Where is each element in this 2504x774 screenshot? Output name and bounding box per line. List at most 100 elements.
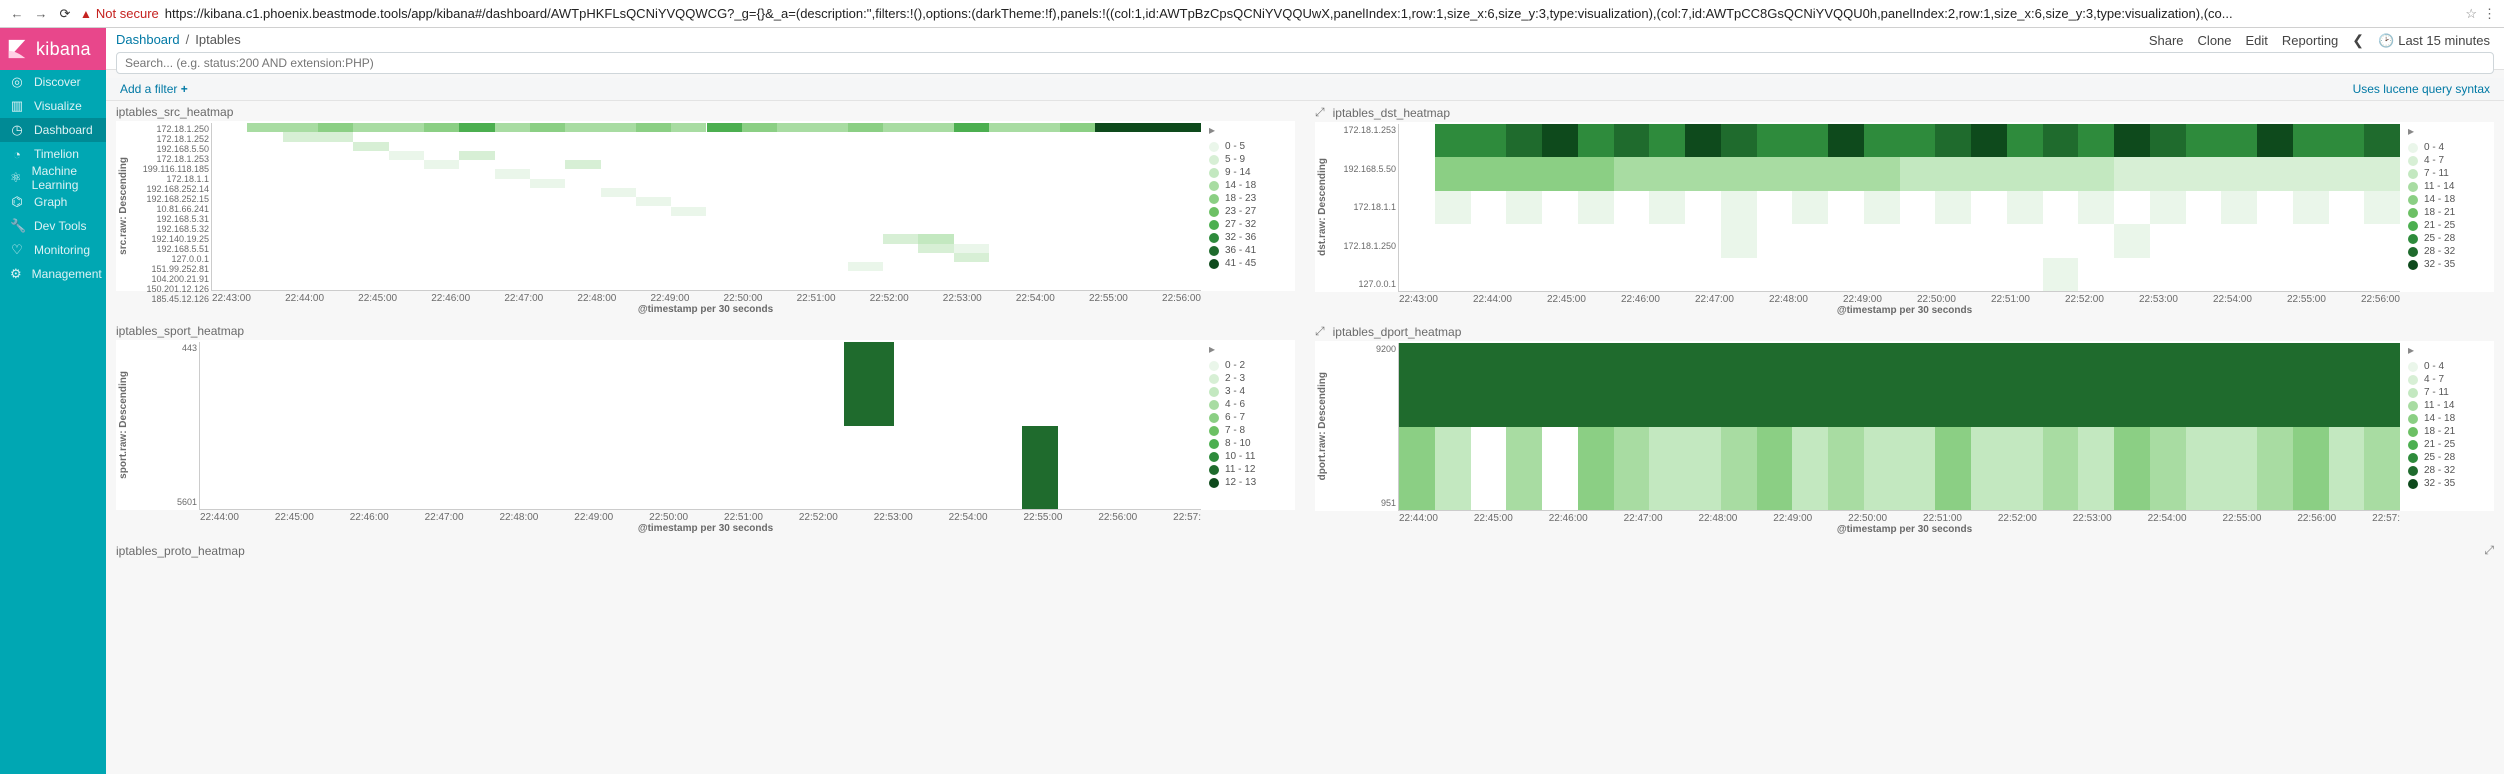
heatmap-cell[interactable]: [2007, 124, 2043, 157]
heatmap-cell[interactable]: [1506, 157, 1542, 190]
address-bar[interactable]: https://kibana.c1.phoenix.beastmode.tool…: [165, 6, 2460, 21]
sidebar-item-graph[interactable]: ⌬Graph: [0, 190, 106, 214]
heatmap-cell[interactable]: [1022, 426, 1058, 510]
heatmap-cell[interactable]: [2078, 191, 2114, 224]
heatmap-cell[interactable]: [2114, 157, 2150, 190]
heatmap-cell[interactable]: [2150, 191, 2186, 224]
heatmap-cell[interactable]: [1578, 157, 1614, 190]
heatmap-cell[interactable]: [1828, 343, 1864, 427]
reporting-button[interactable]: Reporting: [2282, 33, 2338, 48]
heatmap-cell[interactable]: [918, 244, 953, 253]
legend-item[interactable]: 32 - 35: [2408, 258, 2490, 271]
heatmap-cell[interactable]: [2007, 427, 2043, 511]
heatmap-cell[interactable]: [1721, 224, 1757, 257]
legend-item[interactable]: 41 - 45: [1209, 257, 1291, 270]
heatmap-cell[interactable]: [1935, 157, 1971, 190]
heatmap-cell[interactable]: [318, 123, 353, 132]
heatmap-cell[interactable]: [883, 123, 918, 132]
heatmap-cell[interactable]: [2221, 191, 2257, 224]
heatmap-cell[interactable]: [2221, 157, 2257, 190]
heatmap-cell[interactable]: [848, 262, 883, 271]
heatmap-cell[interactable]: [2257, 427, 2293, 511]
heatmap-cell[interactable]: [424, 123, 459, 132]
heatmap-cell[interactable]: [2114, 427, 2150, 511]
heatmap-cell[interactable]: [318, 132, 353, 141]
heatmap-cell[interactable]: [2007, 343, 2043, 427]
heatmap-cell[interactable]: [1935, 427, 1971, 511]
heatmap-cell[interactable]: [1095, 123, 1130, 132]
sidebar-item-management[interactable]: ⚙Management: [0, 262, 106, 286]
heatmap-cell[interactable]: [353, 142, 388, 151]
brand[interactable]: kibana: [0, 28, 106, 70]
heatmap-cell[interactable]: [1471, 343, 1507, 427]
heatmap-cell[interactable]: [1435, 191, 1471, 224]
heatmap-plot[interactable]: [1398, 343, 2400, 511]
heatmap-cell[interactable]: [1721, 343, 1757, 427]
heatmap-cell[interactable]: [1721, 157, 1757, 190]
legend-item[interactable]: 12 - 13: [1209, 476, 1291, 489]
heatmap-cell[interactable]: [2329, 427, 2365, 511]
heatmap-cell[interactable]: [2257, 157, 2293, 190]
heatmap-cell[interactable]: [1649, 191, 1685, 224]
heatmap-cell[interactable]: [1828, 124, 1864, 157]
heatmap-cell[interactable]: [1935, 191, 1971, 224]
legend-item[interactable]: 32 - 36: [1209, 231, 1291, 244]
heatmap-cell[interactable]: [1578, 191, 1614, 224]
heatmap-cell[interactable]: [1542, 157, 1578, 190]
heatmap-cell[interactable]: [2293, 157, 2329, 190]
heatmap-cell[interactable]: [1506, 191, 1542, 224]
heatmap-cell[interactable]: [1935, 343, 1971, 427]
heatmap-cell[interactable]: [1060, 123, 1095, 132]
heatmap-cell[interactable]: [2364, 157, 2400, 190]
heatmap-cell[interactable]: [1578, 427, 1614, 511]
heatmap-cell[interactable]: [1757, 124, 1793, 157]
heatmap-cell[interactable]: [742, 123, 777, 132]
heatmap-cell[interactable]: [1685, 124, 1721, 157]
search-box[interactable]: [116, 52, 2494, 74]
heatmap-cell[interactable]: [1900, 427, 1936, 511]
legend-item[interactable]: 18 - 23: [1209, 192, 1291, 205]
heatmap-cell[interactable]: [2043, 124, 2079, 157]
heatmap-cell[interactable]: [1614, 427, 1650, 511]
sidebar-item-dashboard[interactable]: ◷Dashboard: [0, 118, 106, 142]
heatmap-cell[interactable]: [247, 123, 282, 132]
heatmap-cell[interactable]: [1685, 427, 1721, 511]
add-filter-button[interactable]: Add a filter +: [120, 82, 188, 96]
heatmap-cell[interactable]: [1971, 157, 2007, 190]
edit-button[interactable]: Edit: [2246, 33, 2268, 48]
legend-item[interactable]: 23 - 27: [1209, 205, 1291, 218]
heatmap-cell[interactable]: [283, 123, 318, 132]
legend-item[interactable]: 21 - 25: [2408, 438, 2490, 451]
legend-item[interactable]: 14 - 18: [2408, 193, 2490, 206]
heatmap-cell[interactable]: [2364, 124, 2400, 157]
heatmap-cell[interactable]: [495, 123, 530, 132]
legend-item[interactable]: 0 - 4: [2408, 141, 2490, 154]
heatmap-cell[interactable]: [1506, 124, 1542, 157]
heatmap-cell[interactable]: [2150, 157, 2186, 190]
heatmap-cell[interactable]: [1685, 343, 1721, 427]
lucene-syntax-link[interactable]: Uses lucene query syntax: [2353, 82, 2490, 96]
legend-item[interactable]: 5 - 9: [1209, 153, 1291, 166]
heatmap-cell[interactable]: [1864, 343, 1900, 427]
heatmap-cell[interactable]: [2293, 124, 2329, 157]
legend-item[interactable]: 9 - 14: [1209, 166, 1291, 179]
heatmap-cell[interactable]: [2221, 427, 2257, 511]
heatmap-cell[interactable]: [2186, 343, 2222, 427]
legend-item[interactable]: 3 - 4: [1209, 385, 1291, 398]
heatmap-cell[interactable]: [2329, 343, 2365, 427]
heatmap-cell[interactable]: [1935, 124, 1971, 157]
heatmap-cell[interactable]: [1024, 123, 1059, 132]
heatmap-cell[interactable]: [495, 169, 530, 178]
heatmap-cell[interactable]: [1971, 343, 2007, 427]
heatmap-cell[interactable]: [1828, 157, 1864, 190]
heatmap-cell[interactable]: [2043, 343, 2079, 427]
heatmap-cell[interactable]: [1649, 124, 1685, 157]
timepicker-prev-icon[interactable]: ❮: [2352, 32, 2364, 49]
heatmap-cell[interactable]: [1757, 157, 1793, 190]
heatmap-plot[interactable]: [211, 123, 1201, 291]
heatmap-cell[interactable]: [1685, 157, 1721, 190]
legend-item[interactable]: 32 - 35: [2408, 477, 2490, 490]
heatmap-cell[interactable]: [1792, 157, 1828, 190]
sidebar-item-machine-learning[interactable]: ⚛Machine Learning: [0, 166, 106, 190]
heatmap-cell[interactable]: [954, 244, 989, 253]
